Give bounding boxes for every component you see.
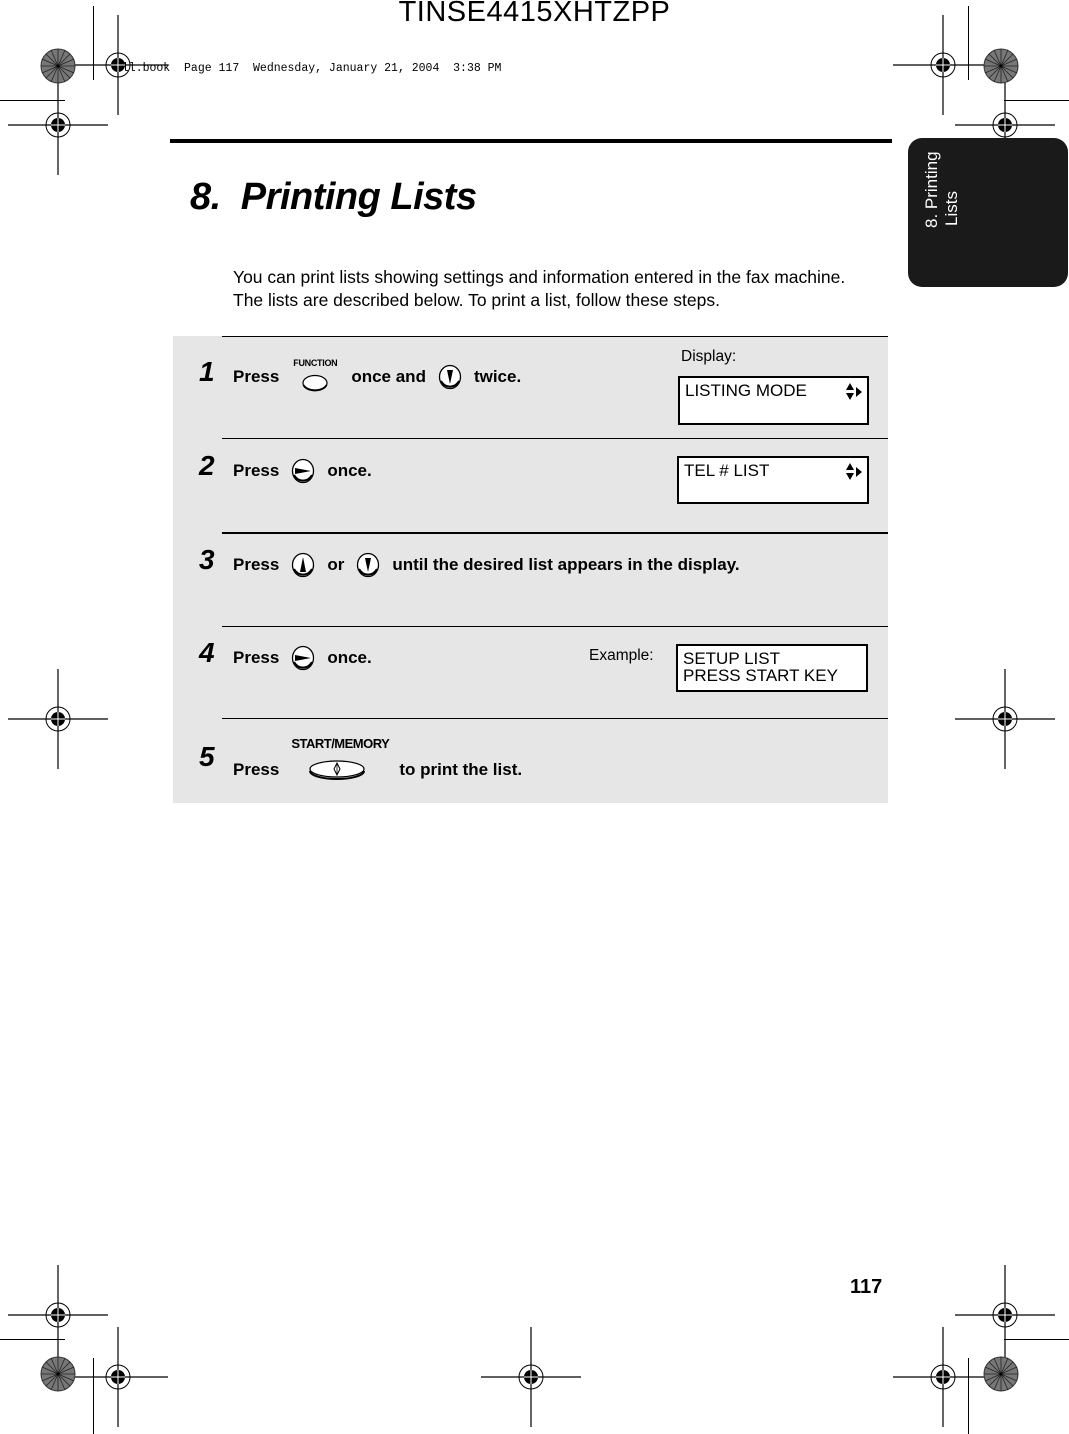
scroll-arrows-icon (845, 382, 863, 402)
star-target-icon (983, 48, 1019, 84)
step-divider (222, 336, 888, 337)
header-rule (170, 139, 892, 143)
right-arrow-key-icon (291, 458, 315, 484)
chapter-title: 8. Printing Lists (190, 176, 477, 218)
registration-mark-icon (8, 669, 108, 769)
step-text: once. (327, 648, 372, 667)
function-key-icon: FUNCTION (291, 358, 339, 392)
step-text: Press (233, 461, 280, 480)
step-divider (222, 626, 888, 627)
step-number: 1 (199, 356, 215, 387)
intro-paragraph: You can print lists showing settings and… (233, 267, 846, 310)
scroll-arrows-icon (845, 462, 863, 482)
step-text: Press (233, 760, 280, 779)
step-divider (222, 718, 888, 719)
registration-mark-icon (955, 669, 1055, 769)
side-tab-line1: 8. Printing (922, 151, 941, 228)
star-target-icon (40, 1356, 76, 1392)
lcd-line1: LISTING MODE (685, 381, 807, 400)
step-text: once and (351, 367, 426, 386)
step-number: 5 (199, 741, 215, 772)
step-5-instruction: Press START/MEMORY to print the list. (233, 736, 523, 782)
step-text: twice. (473, 367, 522, 386)
right-arrow-key-icon (291, 645, 315, 671)
star-target-icon (983, 1356, 1019, 1392)
registration-mark-icon (893, 1327, 993, 1427)
step-divider (222, 438, 888, 439)
step-text: once. (327, 461, 372, 480)
step-text: until the desired list appears in the di… (392, 555, 740, 574)
page-number: 117 (850, 1276, 883, 1298)
step-text: to print the list. (399, 760, 523, 779)
registration-mark-icon (68, 1327, 168, 1427)
down-arrow-key-icon (356, 552, 380, 578)
step-4-instruction: Press once. (233, 645, 372, 671)
lcd-line1: TEL # LIST (684, 461, 770, 480)
lcd-line1: SETUP LIST (683, 649, 780, 668)
start-memory-key-icon: START/MEMORY (291, 736, 390, 782)
example-label: Example: (589, 647, 654, 664)
step-divider (222, 532, 888, 534)
step-text: Press (233, 367, 280, 386)
step-text: or (327, 555, 345, 574)
step-number: 4 (199, 637, 215, 668)
registration-mark-icon (8, 75, 108, 175)
step-text: Press (233, 648, 280, 667)
book-stamp: all.book Page 117 Wednesday, January 21,… (115, 62, 502, 75)
star-target-icon (40, 48, 76, 84)
up-arrow-key-icon (291, 552, 315, 578)
registration-mark-icon (481, 1327, 581, 1427)
lcd-display-listing-mode: LISTING MODE (678, 376, 869, 425)
side-tab-line2: Lists (942, 191, 961, 226)
step-3-instruction: Press or until the desired list appears … (233, 552, 740, 578)
down-arrow-key-icon (438, 364, 462, 390)
step-1-instruction: Press FUNCTION once and twice. (233, 358, 522, 392)
display-label: Display: (681, 348, 737, 365)
chapter-side-tab[interactable]: 8. Printing Lists (908, 138, 1068, 287)
step-text: Press (233, 555, 280, 574)
lcd-display-tel-list: TEL # LIST (677, 456, 869, 504)
step-2-instruction: Press once. (233, 458, 372, 484)
lcd-display-setup-list: SETUP LIST PRESS START KEY (676, 644, 868, 692)
step-number: 3 (199, 544, 215, 575)
lcd-line2: PRESS START KEY (683, 666, 838, 685)
step-number: 2 (199, 450, 215, 481)
